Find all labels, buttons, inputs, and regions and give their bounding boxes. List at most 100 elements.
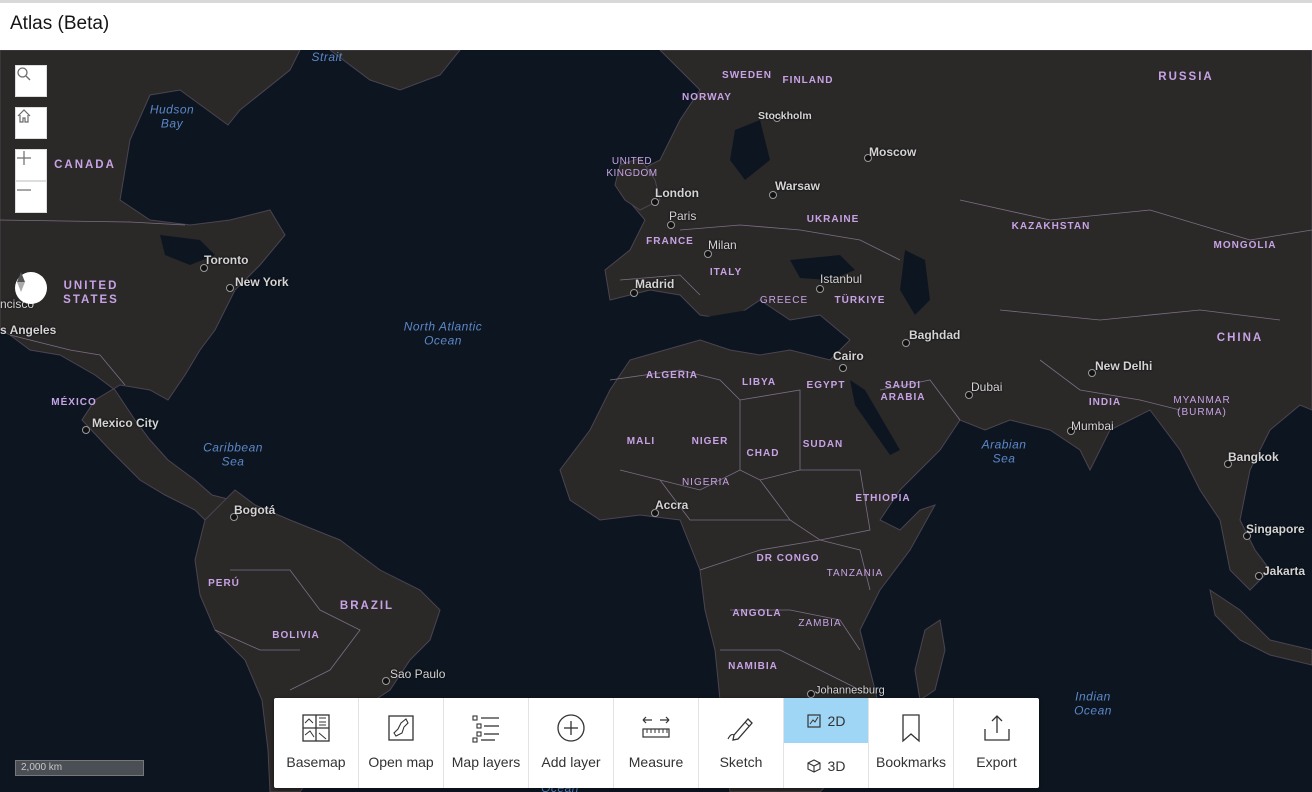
label-dr-congo: DR CONGO xyxy=(756,553,820,564)
open-map-icon xyxy=(388,715,414,741)
label-brazil: BRAZIL xyxy=(339,600,395,613)
label-mali: MALI xyxy=(626,436,656,447)
sketch-button[interactable]: Sketch xyxy=(699,698,784,788)
city-dot xyxy=(816,285,824,293)
city-mumbai: Mumbai xyxy=(1071,419,1114,433)
add-layer-button[interactable]: Add layer xyxy=(529,698,614,788)
city-mexico-city: Mexico City xyxy=(92,416,159,430)
city-london: London xyxy=(655,186,699,200)
city-bogota: Bogotá xyxy=(234,503,276,517)
bookmarks-label: Bookmarks xyxy=(875,754,947,770)
2d-label: 2D xyxy=(827,712,846,729)
measure-icon xyxy=(642,716,670,738)
measure-button[interactable]: Measure xyxy=(614,698,699,788)
label-strait: Strait xyxy=(311,50,343,64)
measure-label: Measure xyxy=(628,754,684,770)
bookmarks-button[interactable]: Bookmarks xyxy=(869,698,954,788)
label-russia: RUSSIA xyxy=(1158,71,1214,84)
label-arabian-sea: Arabian Sea xyxy=(981,437,1027,466)
open-map-button[interactable]: Open map xyxy=(359,698,444,788)
city-dot xyxy=(807,690,815,698)
add-layer-label: Add layer xyxy=(541,754,601,770)
city-toronto: Toronto xyxy=(204,253,249,267)
label-caribbean-sea: Caribbean Sea xyxy=(203,440,263,469)
basemap-button[interactable]: Basemap xyxy=(274,698,359,788)
compass-button[interactable] xyxy=(15,272,47,304)
sketch-icon xyxy=(727,718,753,741)
label-mexico: MÉXICO xyxy=(51,397,97,408)
city-sao-paulo: Sao Paulo xyxy=(390,667,446,681)
label-saudi-arabia: SAUDI ARABIA xyxy=(880,380,926,403)
compass-icon xyxy=(17,272,25,292)
city-jakarta: Jakarta xyxy=(1263,564,1306,578)
label-china: CHINA xyxy=(1216,332,1264,345)
zoom-in-button[interactable] xyxy=(15,149,47,181)
map-layers-button[interactable]: Map layers xyxy=(444,698,529,788)
label-canada: CANADA xyxy=(54,159,116,172)
label-finland: FINLAND xyxy=(782,75,834,86)
home-icon xyxy=(17,109,31,123)
app-title: Atlas (Beta) xyxy=(10,13,110,34)
label-namibia: NAMIBIA xyxy=(728,661,778,672)
label-bolivia: BOLIVIA xyxy=(272,630,320,641)
label-hudson-bay: Hudson Bay xyxy=(149,102,195,131)
label-chad: CHAD xyxy=(746,448,780,459)
home-button[interactable] xyxy=(15,107,47,139)
city-milan: Milan xyxy=(708,238,737,252)
label-ukraine: UKRAINE xyxy=(806,214,860,225)
title-bar: Atlas (Beta) xyxy=(0,0,1312,50)
3d-label: 3D xyxy=(827,757,846,774)
2d-toggle[interactable]: 2D xyxy=(784,698,868,743)
label-libya: LIBYA xyxy=(741,377,777,388)
city-new-delhi: New Delhi xyxy=(1095,359,1153,373)
3d-toggle[interactable]: 3D xyxy=(784,743,868,788)
bottom-toolbar: Basemap Open map Map layers Add layer Me… xyxy=(274,698,1039,788)
2d-icon xyxy=(806,713,821,728)
scale-bar: 2,000 km xyxy=(15,760,144,776)
city-dot xyxy=(382,677,390,685)
open-map-label: Open map xyxy=(368,754,434,770)
search-icon xyxy=(17,67,31,81)
label-niger: NIGER xyxy=(691,436,729,447)
label-nigeria: NIGERIA xyxy=(681,477,731,488)
label-north-atlantic: North Atlantic Ocean xyxy=(403,319,483,348)
city-madrid: Madrid xyxy=(635,277,675,291)
zoom-out-button[interactable] xyxy=(15,181,47,213)
map-layers-icon xyxy=(472,715,499,743)
label-tanzania: TANZANIA xyxy=(826,568,884,579)
city-dot xyxy=(82,426,90,434)
basemap-label: Basemap xyxy=(286,754,346,770)
city-warsaw: Warsaw xyxy=(775,179,820,193)
label-zambia: ZAMBIA xyxy=(798,618,842,629)
export-icon xyxy=(983,715,1010,741)
label-peru: PERÚ xyxy=(208,578,240,589)
label-italy: ITALY xyxy=(709,267,743,278)
label-angola: ANGOLA xyxy=(732,608,782,619)
city-paris: Paris xyxy=(669,209,697,223)
map-view[interactable]: CANADA UNITED STATES MÉXICO PERÚ BRAZIL … xyxy=(0,50,1312,792)
search-button[interactable] xyxy=(15,65,47,97)
label-kazakhstan: KAZAKHSTAN xyxy=(1011,221,1091,232)
label-norway: NORWAY xyxy=(682,92,732,103)
plus-icon xyxy=(17,151,31,165)
label-turkiye: TÜRKIYE xyxy=(834,295,886,306)
label-united-states: UNITED STATES xyxy=(63,280,119,306)
city-dot xyxy=(839,364,847,372)
minus-icon xyxy=(17,189,31,191)
city-dot xyxy=(226,284,234,292)
label-india: INDIA xyxy=(1088,397,1122,408)
basemap-icon xyxy=(302,714,330,742)
export-button[interactable]: Export xyxy=(954,698,1039,788)
city-moscow: Moscow xyxy=(869,145,917,159)
bookmark-icon xyxy=(902,714,920,743)
cube-icon xyxy=(806,758,821,773)
view-toggle: 2D 3D xyxy=(784,698,869,788)
label-myanmar: MYANMAR (BURMA) xyxy=(1173,395,1231,418)
label-ethiopia: ETHIOPIA xyxy=(855,493,911,504)
add-layer-icon xyxy=(557,714,585,742)
city-los-angeles-partial: s Angeles xyxy=(0,323,57,337)
city-stockholm: Stockholm xyxy=(758,109,812,122)
city-new-york: New York xyxy=(235,275,289,289)
label-sweden: SWEDEN xyxy=(722,70,772,81)
label-greece: GREECE xyxy=(759,295,809,306)
